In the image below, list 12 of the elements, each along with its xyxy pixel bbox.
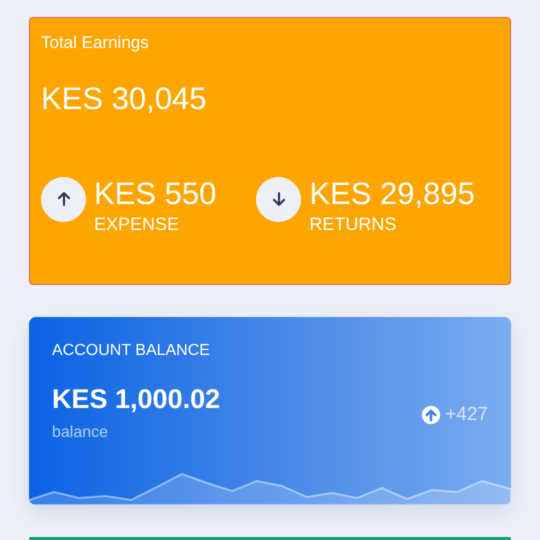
stat-label: RETURNS xyxy=(309,213,398,236)
stat-amount: KES 550 xyxy=(94,176,216,211)
arrow-up-icon xyxy=(41,176,86,222)
arrow-down-icon xyxy=(256,176,302,222)
stat-amount: KES 29,895 xyxy=(309,176,475,211)
total-amount: KES 30,045 xyxy=(41,80,208,118)
card-title: ACCOUNT BALANCE xyxy=(52,341,211,361)
card-title: Total Earnings xyxy=(41,32,150,54)
balance-amount: KES 1,000.02 xyxy=(52,383,220,416)
stat-label: EXPENSE xyxy=(94,213,180,236)
balance-caption: balance xyxy=(52,423,110,444)
change-value: +427 xyxy=(445,403,488,427)
